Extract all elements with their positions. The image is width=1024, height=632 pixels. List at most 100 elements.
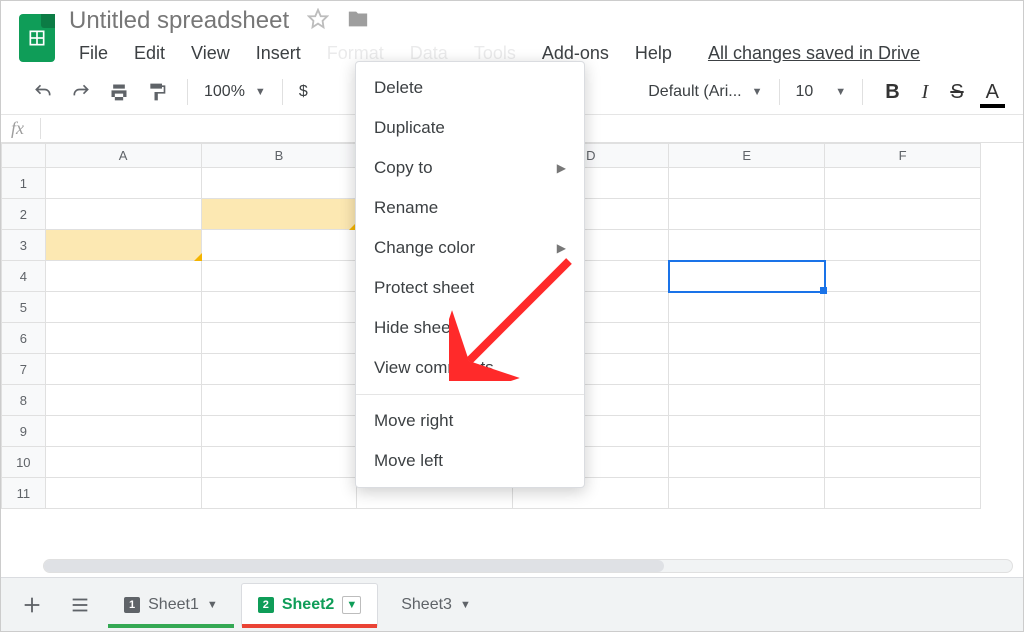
doc-title[interactable]: Untitled spreadsheet bbox=[69, 7, 289, 35]
cell[interactable] bbox=[201, 168, 357, 199]
cell[interactable] bbox=[669, 230, 825, 261]
text-color-button[interactable]: A bbox=[980, 81, 1005, 104]
ctx-duplicate[interactable]: Duplicate bbox=[356, 108, 584, 148]
cell[interactable] bbox=[669, 416, 825, 447]
cell[interactable] bbox=[45, 168, 201, 199]
cell[interactable] bbox=[825, 323, 981, 354]
cell[interactable] bbox=[825, 261, 981, 292]
cell[interactable] bbox=[669, 447, 825, 478]
row-header[interactable]: 7 bbox=[2, 354, 46, 385]
menu-help[interactable]: Help bbox=[625, 39, 682, 68]
cell[interactable] bbox=[201, 292, 357, 323]
cell[interactable] bbox=[45, 416, 201, 447]
cell[interactable] bbox=[825, 292, 981, 323]
ctx-protect-sheet[interactable]: Protect sheet bbox=[356, 268, 584, 308]
row-header[interactable]: 6 bbox=[2, 323, 46, 354]
cell[interactable] bbox=[201, 230, 357, 261]
cell[interactable] bbox=[45, 385, 201, 416]
ctx-change-color[interactable]: Change color▶ bbox=[356, 228, 584, 268]
all-sheets-button[interactable] bbox=[59, 586, 101, 624]
font-dropdown[interactable]: Default (Ari... ▼ bbox=[648, 83, 762, 101]
row-header[interactable]: 9 bbox=[2, 416, 46, 447]
cell[interactable] bbox=[45, 323, 201, 354]
cell[interactable] bbox=[201, 385, 357, 416]
col-header[interactable]: F bbox=[825, 144, 981, 168]
row-header[interactable]: 1 bbox=[2, 168, 46, 199]
add-sheet-button[interactable] bbox=[11, 586, 53, 624]
chevron-down-icon[interactable]: ▼ bbox=[460, 599, 471, 611]
ctx-move-right[interactable]: Move right bbox=[356, 401, 584, 441]
cell[interactable] bbox=[201, 354, 357, 385]
cell[interactable] bbox=[825, 168, 981, 199]
move-folder-icon[interactable] bbox=[347, 8, 369, 35]
chevron-down-icon[interactable]: ▼ bbox=[342, 596, 361, 614]
star-icon[interactable] bbox=[307, 8, 329, 35]
print-button[interactable] bbox=[105, 78, 133, 106]
menu-insert[interactable]: Insert bbox=[246, 39, 311, 68]
cell[interactable] bbox=[45, 261, 201, 292]
cell[interactable] bbox=[825, 354, 981, 385]
ctx-view-comments[interactable]: View comments bbox=[356, 348, 584, 388]
cell-active[interactable] bbox=[669, 261, 825, 292]
sheet-tab[interactable]: Sheet3 ▼ bbox=[384, 583, 488, 627]
cell[interactable] bbox=[45, 199, 201, 230]
chevron-down-icon[interactable]: ▼ bbox=[207, 599, 218, 611]
cell[interactable] bbox=[201, 447, 357, 478]
cell[interactable] bbox=[669, 385, 825, 416]
cell[interactable] bbox=[669, 354, 825, 385]
col-header[interactable]: B bbox=[201, 144, 357, 168]
currency-button[interactable]: $ bbox=[299, 83, 308, 101]
ctx-copy-to[interactable]: Copy to▶ bbox=[356, 148, 584, 188]
cell[interactable] bbox=[45, 447, 201, 478]
cell[interactable] bbox=[825, 478, 981, 509]
cell[interactable] bbox=[825, 416, 981, 447]
save-status[interactable]: All changes saved in Drive bbox=[698, 39, 930, 68]
cell[interactable] bbox=[669, 323, 825, 354]
cell[interactable] bbox=[825, 199, 981, 230]
row-header[interactable]: 8 bbox=[2, 385, 46, 416]
cell[interactable] bbox=[669, 199, 825, 230]
cell[interactable] bbox=[45, 478, 201, 509]
menu-file[interactable]: File bbox=[69, 39, 118, 68]
cell[interactable] bbox=[201, 478, 357, 509]
font-size-dropdown[interactable]: 10 ▼ bbox=[796, 83, 847, 101]
cell[interactable] bbox=[201, 323, 357, 354]
cell[interactable] bbox=[669, 478, 825, 509]
redo-button[interactable] bbox=[67, 78, 95, 106]
cell[interactable] bbox=[825, 447, 981, 478]
horizontal-scrollbar[interactable] bbox=[43, 559, 1013, 573]
cell[interactable] bbox=[669, 168, 825, 199]
cell[interactable] bbox=[45, 354, 201, 385]
bold-button[interactable]: B bbox=[879, 81, 905, 104]
italic-button[interactable]: I bbox=[916, 81, 935, 104]
ctx-rename[interactable]: Rename bbox=[356, 188, 584, 228]
ctx-move-left[interactable]: Move left bbox=[356, 441, 584, 481]
sheet-tab[interactable]: 1 Sheet1 ▼ bbox=[107, 583, 235, 627]
row-header[interactable]: 2 bbox=[2, 199, 46, 230]
col-header[interactable]: A bbox=[45, 144, 201, 168]
cell[interactable] bbox=[825, 230, 981, 261]
row-header[interactable]: 11 bbox=[2, 478, 46, 509]
row-header[interactable]: 5 bbox=[2, 292, 46, 323]
sheet-tab-active[interactable]: 2 Sheet2 ▼ bbox=[241, 583, 378, 627]
row-header[interactable]: 10 bbox=[2, 447, 46, 478]
strikethrough-button[interactable]: S bbox=[944, 81, 969, 104]
cell[interactable] bbox=[825, 385, 981, 416]
cell[interactable] bbox=[201, 261, 357, 292]
cell[interactable] bbox=[201, 416, 357, 447]
ctx-delete[interactable]: Delete bbox=[356, 68, 584, 108]
cell[interactable] bbox=[201, 199, 357, 230]
row-header[interactable]: 4 bbox=[2, 261, 46, 292]
zoom-dropdown[interactable]: 100% ▼ bbox=[204, 83, 266, 101]
col-header[interactable]: E bbox=[669, 144, 825, 168]
select-all-corner[interactable] bbox=[2, 144, 46, 168]
menu-view[interactable]: View bbox=[181, 39, 240, 68]
row-header[interactable]: 3 bbox=[2, 230, 46, 261]
menu-edit[interactable]: Edit bbox=[124, 39, 175, 68]
paint-format-button[interactable] bbox=[143, 78, 171, 106]
cell[interactable] bbox=[45, 230, 201, 261]
cell[interactable] bbox=[669, 292, 825, 323]
ctx-hide-sheet[interactable]: Hide sheet bbox=[356, 308, 584, 348]
cell[interactable] bbox=[45, 292, 201, 323]
undo-button[interactable] bbox=[29, 78, 57, 106]
